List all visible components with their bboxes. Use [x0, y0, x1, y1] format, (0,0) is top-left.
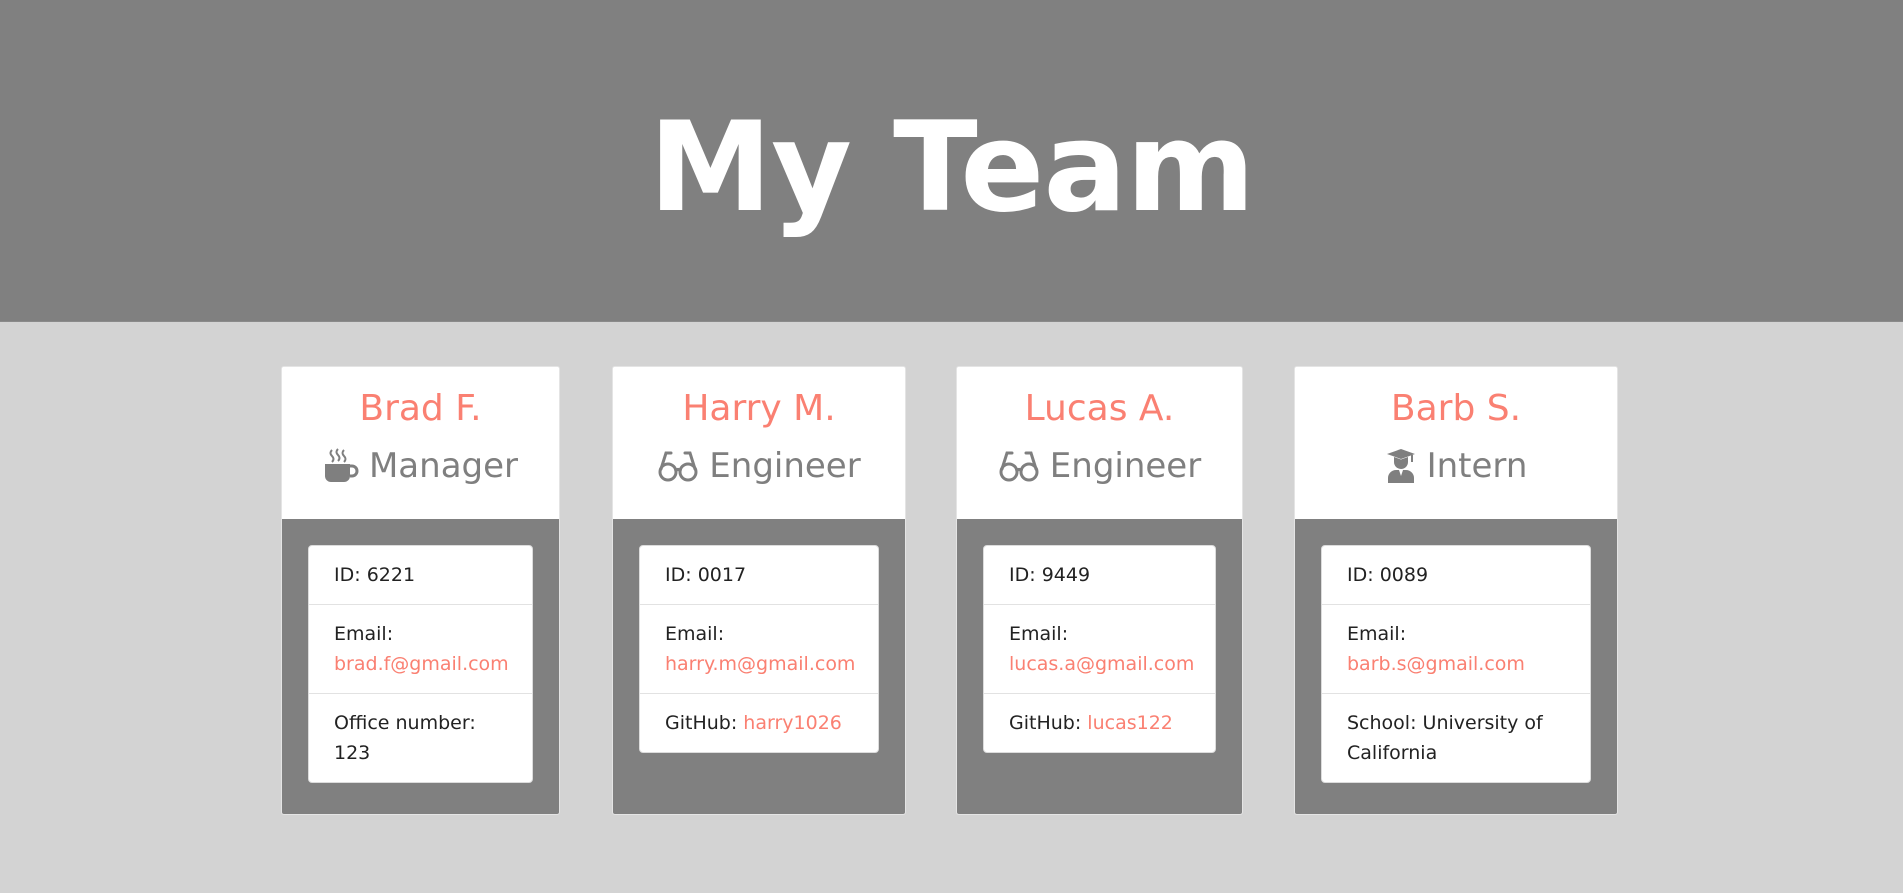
- employee-card-manager: Brad F. Manager ID: 6221 Email: brad.f@g…: [281, 366, 560, 815]
- employee-github: GitHub: lucas122: [984, 693, 1215, 752]
- employee-role: Engineer: [957, 445, 1242, 487]
- id-value: 9449: [1041, 564, 1091, 586]
- employee-card-intern: Barb S. Intern ID: 0089 Email: barb.s@gm…: [1294, 366, 1618, 815]
- role-label: Engineer: [709, 446, 861, 486]
- id-value: 0089: [1379, 564, 1429, 586]
- email-label: Email:: [1009, 623, 1069, 645]
- employee-school: School: University of California: [1322, 693, 1590, 782]
- employee-email: Email: barb.s@gmail.com: [1322, 604, 1590, 693]
- employee-name: Lucas A.: [1024, 388, 1175, 429]
- coffee-mug-icon: [323, 448, 359, 484]
- id-label: ID:: [1009, 564, 1042, 586]
- employee-role: Intern: [1295, 445, 1617, 487]
- id-value: 6221: [366, 564, 416, 586]
- office-label: Office number:: [334, 712, 476, 734]
- employee-id: ID: 0017: [640, 546, 878, 604]
- email-link[interactable]: barb.s@gmail.com: [1347, 653, 1525, 675]
- card-body: ID: 6221 Email: brad.f@gmail.com Office …: [282, 519, 559, 814]
- card-header: Harry M. Engineer: [613, 367, 905, 519]
- glasses-icon: [998, 449, 1040, 483]
- employee-id: ID: 6221: [309, 546, 532, 604]
- employee-card-engineer: Lucas A. Engineer ID: 9449 Email: lucas.…: [956, 366, 1243, 815]
- card-header: Barb S. Intern: [1295, 367, 1617, 519]
- id-label: ID:: [334, 564, 367, 586]
- employee-name: Harry M.: [682, 388, 836, 429]
- card-body: ID: 0017 Email: harry.m@gmail.com GitHub…: [613, 519, 905, 814]
- employee-details: ID: 0089 Email: barb.s@gmail.com School:…: [1321, 545, 1591, 783]
- school-label: School:: [1347, 712, 1423, 734]
- email-link[interactable]: lucas.a@gmail.com: [1009, 653, 1194, 675]
- github-link[interactable]: lucas122: [1087, 712, 1173, 734]
- github-label: GitHub:: [1009, 712, 1088, 734]
- email-link[interactable]: harry.m@gmail.com: [665, 653, 855, 675]
- employee-id: ID: 0089: [1322, 546, 1590, 604]
- email-label: Email:: [1347, 623, 1407, 645]
- employee-card-engineer: Harry M. Engineer ID: 0017 Email: harry.…: [612, 366, 906, 815]
- employee-details: ID: 9449 Email: lucas.a@gmail.com GitHub…: [983, 545, 1216, 753]
- github-link[interactable]: harry1026: [743, 712, 842, 734]
- card-header: Lucas A. Engineer: [957, 367, 1242, 519]
- card-header: Brad F. Manager: [282, 367, 559, 519]
- employee-name: Barb S.: [1390, 388, 1522, 429]
- role-label: Manager: [368, 446, 519, 486]
- page-header: My Team: [0, 0, 1903, 322]
- card-body: ID: 9449 Email: lucas.a@gmail.com GitHub…: [957, 519, 1242, 814]
- glasses-icon: [657, 449, 699, 483]
- email-label: Email:: [334, 623, 394, 645]
- employee-role: Engineer: [613, 445, 905, 487]
- employee-email: Email: harry.m@gmail.com: [640, 604, 878, 693]
- role-label: Intern: [1426, 446, 1528, 486]
- office-value: 123: [334, 742, 371, 764]
- github-label: GitHub:: [665, 712, 744, 734]
- employee-details: ID: 0017 Email: harry.m@gmail.com GitHub…: [639, 545, 879, 753]
- employee-email: Email: lucas.a@gmail.com: [984, 604, 1215, 693]
- employee-id: ID: 9449: [984, 546, 1215, 604]
- employee-name: Brad F.: [359, 388, 482, 429]
- email-link[interactable]: brad.f@gmail.com: [334, 653, 509, 675]
- employee-details: ID: 6221 Email: brad.f@gmail.com Office …: [308, 545, 533, 783]
- email-label: Email:: [665, 623, 725, 645]
- graduate-icon: [1385, 448, 1417, 484]
- page-title: My Team: [648, 96, 1256, 240]
- role-label: Engineer: [1049, 446, 1202, 486]
- id-label: ID:: [1347, 564, 1380, 586]
- card-body: ID: 0089 Email: barb.s@gmail.com School:…: [1295, 519, 1617, 814]
- employee-github: GitHub: harry1026: [640, 693, 878, 752]
- id-value: 0017: [697, 564, 747, 586]
- employee-role: Manager: [282, 445, 559, 487]
- employee-office: Office number: 123: [309, 693, 532, 782]
- employee-email: Email: brad.f@gmail.com: [309, 604, 532, 693]
- id-label: ID:: [665, 564, 698, 586]
